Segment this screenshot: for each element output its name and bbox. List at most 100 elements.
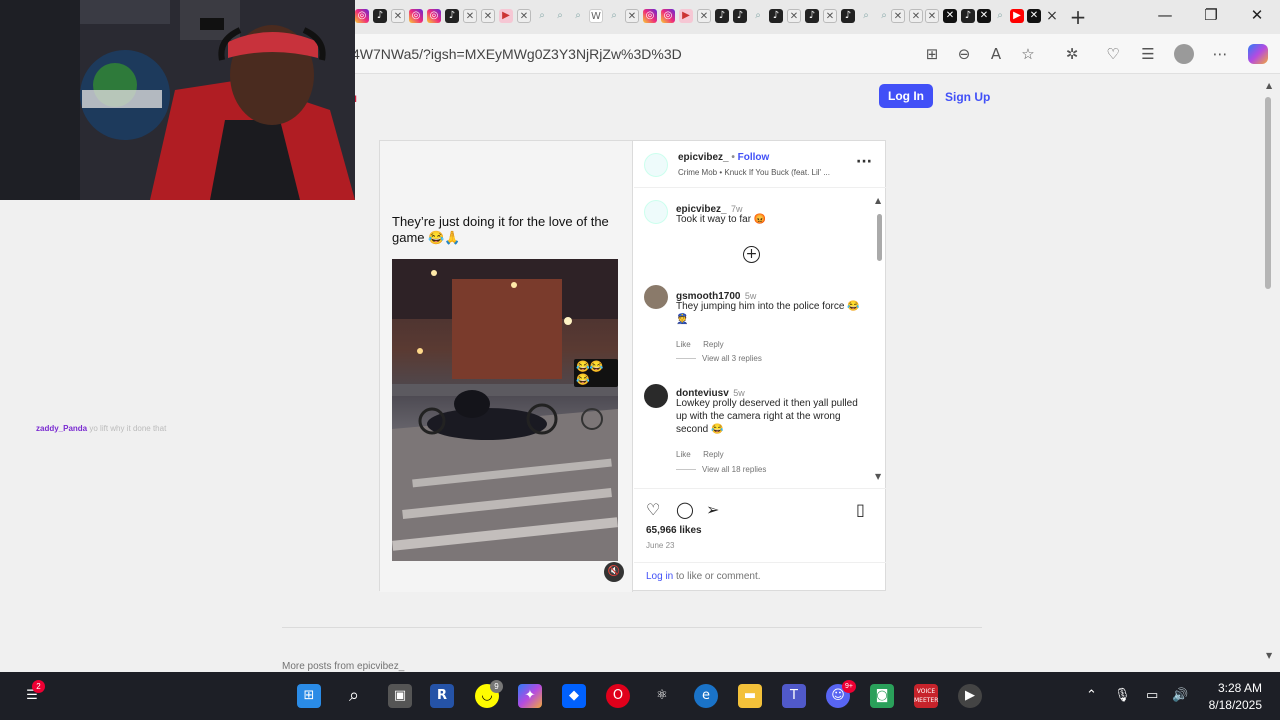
tiktok-tab-icon[interactable]: ♪: [769, 9, 783, 23]
url-field[interactable]: 4W7NWa5/?igsh=MXEyMWg0Z3Y3NjRjZw%3D%3D: [352, 46, 682, 62]
tray-chevron-icon[interactable]: ⌃: [1086, 688, 1097, 703]
search-tab-icon[interactable]: ⌕: [859, 9, 873, 23]
app-green-icon[interactable]: ◙: [870, 684, 894, 708]
load-more-comments-icon[interactable]: +: [743, 246, 760, 263]
settings-more-icon[interactable]: ⋯: [1210, 44, 1230, 64]
x-tab-icon[interactable]: ✕: [891, 9, 905, 23]
tiktok-tab-icon[interactable]: ♪: [715, 9, 729, 23]
scroll-up-icon[interactable]: ▲: [1266, 81, 1272, 90]
instagram-tab-icon[interactable]: ◎: [409, 9, 423, 23]
heart-icon[interactable]: ♡: [646, 500, 660, 519]
bookmark-icon[interactable]: ▯: [856, 500, 865, 519]
favorites-icon[interactable]: ☰: [1138, 44, 1158, 64]
instagram-tab-icon[interactable]: ◎: [427, 9, 441, 23]
more-options-icon[interactable]: ···: [856, 154, 872, 170]
app-available-icon[interactable]: ⊞: [922, 44, 942, 64]
opera-icon[interactable]: O: [606, 684, 630, 708]
close-tab-icon[interactable]: ×: [1045, 8, 1059, 24]
x-tab-icon[interactable]: ✕: [925, 9, 939, 23]
mute-icon[interactable]: 🔇: [604, 562, 624, 582]
close-window-icon[interactable]: ✕: [1242, 6, 1272, 28]
like-comment-button[interactable]: Like: [676, 340, 691, 349]
search-tab-icon[interactable]: ⌕: [553, 9, 567, 23]
x-tab-icon[interactable]: ✕: [787, 9, 801, 23]
new-tab-button[interactable]: +: [1068, 5, 1088, 29]
likes-count[interactable]: 65,966 likes: [646, 525, 702, 536]
youtube-tab-icon[interactable]: ▶: [499, 9, 513, 23]
post-video[interactable]: 😂😂😂: [392, 259, 618, 561]
instagram-tab-icon[interactable]: ◎: [355, 9, 369, 23]
start-icon[interactable]: ⊞: [297, 684, 321, 708]
wikipedia-tab-icon[interactable]: W: [589, 9, 603, 23]
tiktok-tab-icon[interactable]: ♪: [805, 9, 819, 23]
tiktok-tab-icon[interactable]: ♪: [445, 9, 459, 23]
login-link[interactable]: Log in: [646, 571, 673, 582]
tiktok-tab-icon[interactable]: ♪: [841, 9, 855, 23]
tiktok-tab-icon[interactable]: ♪: [373, 9, 387, 23]
x-tab-icon[interactable]: ✕: [943, 9, 957, 23]
x-tab-icon[interactable]: ✕: [481, 9, 495, 23]
react-icon[interactable]: ⚛: [650, 684, 674, 708]
comment-avatar[interactable]: [644, 200, 668, 224]
follow-button[interactable]: Follow: [738, 152, 770, 163]
tiktok-tab-icon[interactable]: ♪: [733, 9, 747, 23]
volume-icon[interactable]: 🔊: [1172, 688, 1188, 703]
search-tab-icon[interactable]: ⌕: [877, 9, 891, 23]
network-icon[interactable]: ▭: [1146, 688, 1158, 703]
comment-avatar[interactable]: [644, 384, 668, 408]
search-tab-icon[interactable]: ⌕: [571, 9, 585, 23]
x-tab-icon[interactable]: ✕: [625, 9, 639, 23]
teams-icon[interactable]: T: [782, 684, 806, 708]
app-r-icon[interactable]: R: [430, 684, 454, 708]
x-tab-icon[interactable]: ✕: [909, 9, 923, 23]
x-tab-icon[interactable]: ✕: [697, 9, 711, 23]
minimize-icon[interactable]: —: [1150, 6, 1180, 28]
page-scrollbar[interactable]: ▲ ▼: [1262, 75, 1280, 672]
read-aloud-icon[interactable]: A: [986, 44, 1006, 64]
instagram-tab-icon[interactable]: ◎: [643, 9, 657, 23]
author-avatar[interactable]: [644, 153, 668, 177]
x-tab-icon[interactable]: ✕: [463, 9, 477, 23]
search-tab-icon[interactable]: ⌕: [993, 9, 1007, 23]
scroll-thumb[interactable]: [1265, 97, 1271, 289]
voicemeeter-icon[interactable]: VOICE MEETER: [914, 684, 938, 708]
youtube-tab-icon[interactable]: ▶: [1010, 9, 1024, 23]
x-tab-icon[interactable]: ✕: [1027, 9, 1041, 23]
comments-scrollbar[interactable]: ▲ ▼: [875, 196, 883, 481]
copilot-icon[interactable]: [1248, 44, 1268, 64]
zoom-icon[interactable]: ⊖: [954, 44, 974, 64]
reply-button[interactable]: Reply: [703, 340, 723, 349]
view-replies-button[interactable]: View all 18 replies: [702, 465, 766, 474]
comment-icon[interactable]: ◯: [676, 500, 694, 519]
edge-icon[interactable]: e: [694, 684, 718, 708]
favorite-star-icon[interactable]: ☆: [1018, 44, 1038, 64]
clock-date[interactable]: 8/18/2025: [1200, 698, 1262, 712]
login-button[interactable]: Log In: [879, 84, 933, 108]
clock-time[interactable]: 3:28 AM: [1212, 681, 1262, 695]
reply-button[interactable]: Reply: [703, 450, 723, 459]
comment-avatar[interactable]: [644, 285, 668, 309]
restore-icon[interactable]: ❐: [1196, 6, 1226, 28]
like-comment-button[interactable]: Like: [676, 450, 691, 459]
scroll-thumb[interactable]: [877, 214, 882, 261]
copilot-taskbar-icon[interactable]: ✦: [518, 684, 542, 708]
dropbox-icon[interactable]: ◆: [562, 684, 586, 708]
scroll-up-icon[interactable]: ▲: [875, 196, 881, 205]
extensions-icon[interactable]: ✲: [1062, 44, 1082, 64]
youtube-tab-icon[interactable]: ▶: [679, 9, 693, 23]
scroll-down-icon[interactable]: ▼: [875, 472, 881, 481]
music-info[interactable]: Crime Mob • Knuck If You Buck (feat. Lil…: [678, 168, 830, 177]
x-tab-icon[interactable]: ✕: [823, 9, 837, 23]
search-tab-icon[interactable]: ⌕: [535, 9, 549, 23]
signup-link[interactable]: Sign Up: [945, 90, 990, 104]
x-tab-icon[interactable]: ✕: [391, 9, 405, 23]
browser-essentials-icon[interactable]: ♡: [1103, 44, 1123, 64]
profile-avatar[interactable]: [1174, 44, 1194, 64]
scroll-down-icon[interactable]: ▼: [1266, 651, 1272, 660]
microphone-icon[interactable]: 🎙: [1114, 688, 1131, 703]
x-tab-icon[interactable]: ✕: [977, 9, 991, 23]
search-icon[interactable]: ⌕: [342, 684, 366, 708]
instagram-tab-icon[interactable]: ◎: [661, 9, 675, 23]
media-player-icon[interactable]: ▶: [958, 684, 982, 708]
view-replies-button[interactable]: View all 3 replies: [702, 354, 762, 363]
